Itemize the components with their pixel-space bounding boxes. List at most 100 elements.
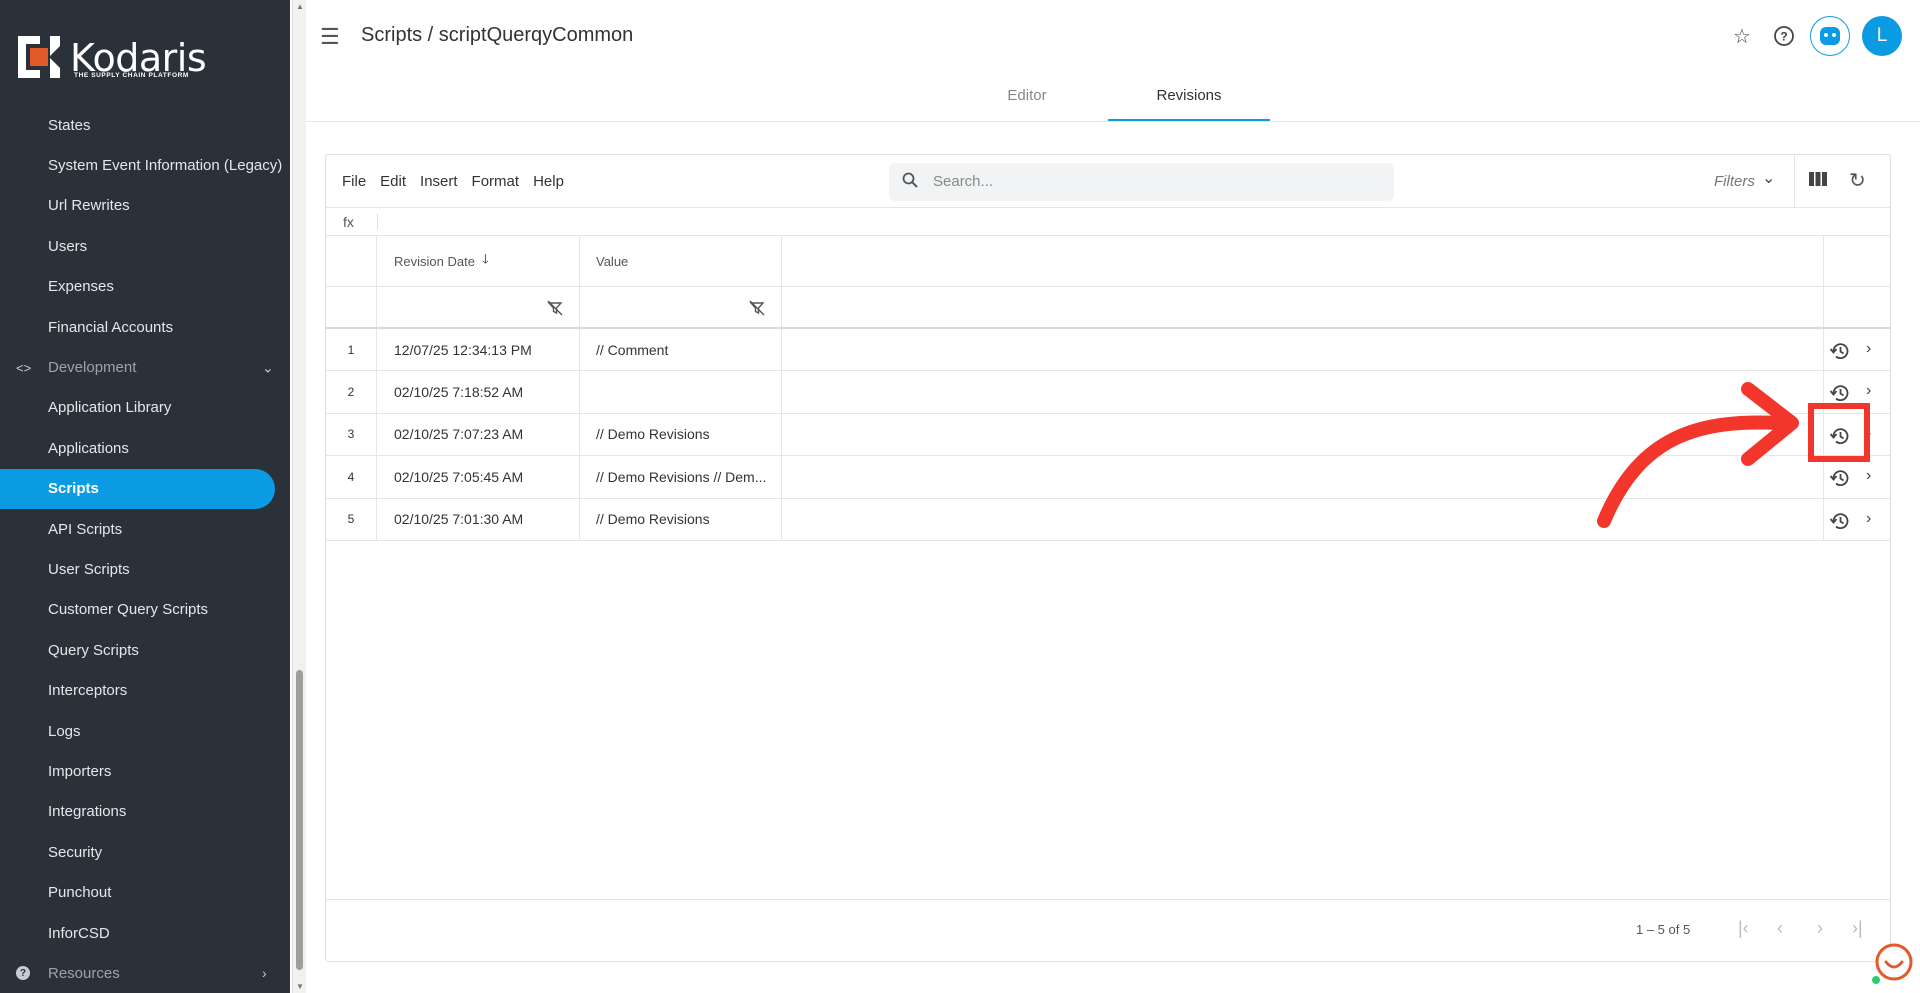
value-cell[interactable]: // Demo Revisions <box>580 413 782 456</box>
value-cell[interactable] <box>580 371 782 413</box>
ai-assistant-button[interactable] <box>1810 16 1850 56</box>
sidebar-item-application-library[interactable]: Application Library <box>0 388 290 428</box>
restore-history-icon[interactable] <box>1829 382 1851 404</box>
hamburger-menu-icon[interactable]: ☰ <box>320 24 340 50</box>
chevron-right-icon[interactable]: › <box>1866 382 1871 400</box>
refresh-icon[interactable]: ↻ <box>1849 168 1866 193</box>
sidebar-nav: States System Event Information (Legacy) U… <box>0 105 290 993</box>
search-icon <box>902 172 918 188</box>
menu-help[interactable]: Help <box>533 173 564 190</box>
sidebar-item-development[interactable]: <> Development ⌄ <box>0 347 290 387</box>
sidebar-item-expenses[interactable]: Expenses <box>0 267 290 307</box>
code-icon: <> <box>16 360 32 376</box>
value-cell[interactable]: // Demo Revisions <box>580 498 782 540</box>
grid-menu-bar: File Edit Insert Format Help <box>342 173 578 190</box>
chevron-right-icon[interactable]: › <box>1866 467 1871 485</box>
sidebar-item-applications[interactable]: Applications <box>0 428 290 468</box>
search-input[interactable]: Search... <box>889 163 1394 201</box>
grid-toolbar: File Edit Insert Format Help Search... F… <box>326 155 1890 208</box>
app-window: Kodaris THE SUPPLY CHAIN PLATFORM States… <box>0 0 1920 993</box>
tab-editor[interactable]: Editor <box>946 78 1108 121</box>
row-number: 1 <box>326 329 377 371</box>
sidebar-item-label: Expenses <box>48 278 114 296</box>
sidebar-item-interceptors[interactable]: Interceptors <box>0 670 290 710</box>
revision-date-cell[interactable]: 02/10/25 7:07:23 AM <box>377 413 580 456</box>
sidebar-item-logs[interactable]: Logs <box>0 711 290 751</box>
menu-insert[interactable]: Insert <box>420 173 458 190</box>
value-cell[interactable]: // Demo Revisions // Dem... <box>580 456 782 498</box>
menu-file[interactable]: File <box>342 173 366 190</box>
column-header-revision-date[interactable]: Revision Date 🡓 <box>377 236 580 286</box>
next-page-icon[interactable]: › <box>1817 918 1823 939</box>
filter-off-icon[interactable] <box>547 300 563 316</box>
sidebar-item-label: Logs <box>48 722 81 740</box>
column-header-value[interactable]: Value <box>580 236 782 286</box>
sidebar-item-user-scripts[interactable]: User Scripts <box>0 549 290 589</box>
sidebar-item-url-rewrites[interactable]: Url Rewrites <box>0 186 290 226</box>
filter-cell-value[interactable] <box>580 287 782 327</box>
revision-date-cell[interactable]: 02/10/25 7:01:30 AM <box>377 498 580 540</box>
restore-history-icon[interactable] <box>1829 510 1851 532</box>
sidebar-item-integrations[interactable]: Integrations <box>0 792 290 832</box>
brand-logo[interactable]: Kodaris THE SUPPLY CHAIN PLATFORM <box>0 0 290 118</box>
chevron-right-icon[interactable]: › <box>1866 340 1871 358</box>
menu-format[interactable]: Format <box>472 173 520 190</box>
page-header: ☰ Scripts / scriptQuerqyCommon ☆ ? L Edi… <box>306 0 1920 122</box>
fx-label: fx <box>343 214 354 230</box>
sidebar-scrollbar[interactable]: ▲ ▼ <box>292 0 306 993</box>
sidebar-item-query-scripts[interactable]: Query Scripts <box>0 630 290 670</box>
sidebar-item-customer-query-scripts[interactable]: Customer Query Scripts <box>0 590 290 630</box>
sidebar-item-api-scripts[interactable]: API Scripts <box>0 509 290 549</box>
sidebar-item-punchout[interactable]: Punchout <box>0 872 290 912</box>
revision-date-cell[interactable]: 12/07/25 12:34:13 PM <box>377 329 580 371</box>
value-label: Value <box>596 253 629 269</box>
filter-cell-revision-date[interactable] <box>377 287 580 327</box>
value-cell[interactable]: // Comment <box>580 329 782 371</box>
revision-date-label: Revision Date <box>394 253 475 269</box>
sidebar-item-security[interactable]: Security <box>0 832 290 872</box>
sidebar-item-label: Security <box>48 843 103 861</box>
sidebar-item-label: Users <box>48 237 88 255</box>
sort-descending-icon[interactable]: 🡓 <box>482 250 489 272</box>
table-row[interactable]: 1 12/07/25 12:34:13 PM// Comment › <box>326 329 1890 372</box>
chevron-down-icon[interactable]: ⌄ <box>1762 168 1775 188</box>
columns-icon[interactable] <box>1809 170 1827 188</box>
formula-divider <box>377 214 378 230</box>
user-avatar[interactable]: L <box>1862 16 1902 56</box>
sidebar-item-importers[interactable]: Importers <box>0 751 290 791</box>
chevron-right-icon[interactable]: › <box>1866 510 1871 528</box>
revision-date-cell[interactable]: 02/10/25 7:18:52 AM <box>377 371 580 413</box>
restore-history-icon[interactable] <box>1829 467 1851 489</box>
previous-page-icon[interactable]: ‹ <box>1777 918 1783 939</box>
formula-bar[interactable]: fx <box>326 208 1890 236</box>
filter-off-icon[interactable] <box>749 300 765 316</box>
last-page-icon[interactable]: ›| <box>1852 918 1863 939</box>
sidebar-item-label: Punchout <box>48 884 112 902</box>
grid-header-row: Revision Date 🡓 Value <box>326 236 1890 287</box>
help-icon[interactable]: ? <box>1764 16 1804 56</box>
first-page-icon[interactable]: |‹ <box>1738 918 1749 939</box>
sidebar-item-inforcsd[interactable]: InforCSD <box>0 913 290 953</box>
filters-dropdown-label[interactable]: Filters <box>1714 173 1755 190</box>
sidebar-item-resources[interactable]: ? Resources › <box>0 953 290 993</box>
sidebar-item-users[interactable]: Users <box>0 226 290 266</box>
sidebar-item-system-event-information-legacy[interactable]: System Event Information (Legacy) <box>0 145 290 185</box>
sidebar-item-label: Interceptors <box>48 682 128 700</box>
brand-tagline: THE SUPPLY CHAIN PLATFORM <box>74 72 189 79</box>
restore-history-icon[interactable] <box>1829 340 1851 362</box>
row-number: 3 <box>326 413 377 456</box>
sidebar-item-scripts[interactable]: Scripts <box>0 468 275 509</box>
scroll-up-arrow-icon[interactable]: ▲ <box>295 2 305 11</box>
scroll-down-arrow-icon[interactable]: ▼ <box>295 982 305 991</box>
chevron-right-icon[interactable]: › <box>262 965 267 981</box>
chat-support-icon[interactable] <box>1870 942 1914 986</box>
sidebar-item-financial-accounts[interactable]: Financial Accounts <box>0 307 290 347</box>
menu-edit[interactable]: Edit <box>380 173 406 190</box>
help-circle-icon: ? <box>16 966 30 981</box>
scrollbar-thumb[interactable] <box>296 670 303 970</box>
sidebar: Kodaris THE SUPPLY CHAIN PLATFORM States… <box>0 0 290 993</box>
revision-date-cell[interactable]: 02/10/25 7:05:45 AM <box>377 456 580 498</box>
tab-revisions[interactable]: Revisions <box>1108 78 1270 121</box>
star-icon[interactable]: ☆ <box>1722 16 1762 56</box>
chevron-down-icon[interactable]: ⌄ <box>262 359 274 376</box>
